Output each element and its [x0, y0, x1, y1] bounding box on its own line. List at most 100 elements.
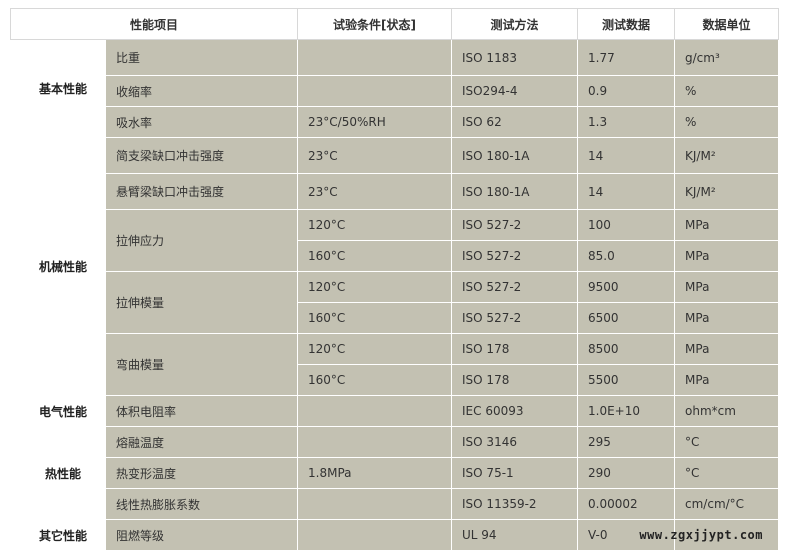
property-cell: 熔融温度 — [104, 426, 299, 458]
condition-cell — [297, 395, 453, 427]
unit-cell: cm/cm/°C — [674, 488, 780, 520]
unit-cell: MPa — [674, 271, 780, 303]
method-cell: ISO 180-1A — [451, 137, 579, 174]
condition-cell: 120°C — [297, 209, 453, 241]
unit-cell: °C — [674, 426, 780, 458]
method-cell: ISO294-4 — [451, 75, 579, 107]
category-basic: 基本性能 — [10, 39, 106, 138]
method-cell: ISO 11359-2 — [451, 488, 579, 520]
properties-table: 性能项目 试验条件[状态] 测试方法 测试数据 数据单位 基本性能 比重 ISO… — [9, 8, 780, 551]
property-cell: 拉伸模量 — [104, 271, 299, 334]
method-cell: ISO 75-1 — [451, 457, 579, 489]
unit-cell: KJ/M² — [674, 173, 780, 210]
method-cell: ISO 178 — [451, 364, 579, 396]
table-row: 热性能 熔融温度 ISO 3146 295 °C — [10, 426, 780, 520]
condition-cell — [297, 426, 453, 458]
value-cell: 1.0E+10 — [577, 395, 676, 427]
condition-cell: 23°C/50%RH — [297, 106, 453, 138]
table-row: 悬臂梁缺口冲击强度 23°C ISO 180-1A 14 KJ/M² — [11, 173, 780, 210]
value-cell: 8500 — [577, 333, 676, 365]
property-cell: 比重 — [104, 39, 299, 76]
condition-cell: 120°C — [297, 333, 453, 365]
value-cell: 1.3 — [577, 106, 676, 138]
unit-cell: MPa — [674, 302, 780, 334]
value-cell: 295 — [577, 426, 676, 458]
property-cell: 悬臂梁缺口冲击强度 — [104, 173, 299, 210]
unit-cell: ohm*cm — [674, 395, 780, 427]
value-cell: 85.0 — [577, 240, 676, 272]
method-cell: IEC 60093 — [451, 395, 579, 427]
condition-cell: 23°C — [297, 173, 453, 210]
condition-cell — [297, 39, 453, 76]
category-thermal: 热性能 — [10, 426, 106, 520]
method-cell: UL 94 — [451, 519, 579, 551]
header-method: 测试方法 — [451, 8, 579, 40]
value-cell: 9500 — [577, 271, 676, 303]
condition-cell — [297, 519, 453, 551]
method-cell: ISO 527-2 — [451, 302, 579, 334]
value-cell: 5500 — [577, 364, 676, 396]
value-cell: 290 — [577, 457, 676, 489]
condition-cell: 1.8MPa — [297, 457, 453, 489]
header-condition: 试验条件[状态] — [297, 8, 453, 40]
unit-cell: % — [674, 106, 780, 138]
condition-cell — [297, 488, 453, 520]
value-cell: 1.77 — [577, 39, 676, 76]
condition-cell: 160°C — [297, 364, 453, 396]
table-row: 拉伸模量 120°C ISO 527-2 9500 MPa — [11, 271, 780, 334]
unit-cell: MPa — [674, 240, 780, 272]
header-unit: 数据单位 — [674, 8, 780, 40]
method-cell: ISO 1183 — [451, 39, 579, 76]
method-cell: ISO 527-2 — [451, 271, 579, 303]
method-cell: ISO 180-1A — [451, 173, 579, 210]
unit-cell: °C — [674, 457, 780, 489]
table-row: 吸水率 23°C/50%RH ISO 62 1.3 % — [11, 106, 780, 138]
method-cell: ISO 62 — [451, 106, 579, 138]
watermark-text: www.zgxjjypt.com — [639, 528, 763, 542]
table-row: 弯曲模量 120°C ISO 178 8500 MPa — [11, 333, 780, 396]
condition-cell: 23°C — [297, 137, 453, 174]
unit-cell: MPa — [674, 209, 780, 241]
value-cell: 100 — [577, 209, 676, 241]
table-row: 机械性能 简支梁缺口冲击强度 23°C ISO 180-1A 14 KJ/M² — [10, 137, 780, 396]
header-value: 测试数据 — [577, 8, 676, 40]
property-cell: 热变形温度 — [104, 457, 299, 489]
condition-cell: 160°C — [297, 302, 453, 334]
property-cell: 简支梁缺口冲击强度 — [104, 137, 299, 174]
condition-cell — [297, 75, 453, 107]
property-cell: 体积电阻率 — [104, 395, 299, 427]
condition-cell: 120°C — [297, 271, 453, 303]
method-cell: ISO 527-2 — [451, 209, 579, 241]
value-cell: 14 — [577, 173, 676, 210]
condition-cell: 160°C — [297, 240, 453, 272]
value-cell: 6500 — [577, 302, 676, 334]
method-cell: ISO 527-2 — [451, 240, 579, 272]
unit-cell: MPa — [674, 333, 780, 365]
property-cell: 收缩率 — [104, 75, 299, 107]
unit-cell: % — [674, 75, 780, 107]
unit-cell: MPa — [674, 364, 780, 396]
value-cell: 0.9 — [577, 75, 676, 107]
category-other: 其它性能 — [10, 519, 106, 551]
header-property: 性能项目 — [9, 8, 299, 40]
property-cell: 阻燃等级 — [104, 519, 299, 551]
table-row: 收缩率 ISO294-4 0.9 % — [11, 75, 780, 107]
method-cell: ISO 3146 — [451, 426, 579, 458]
table-row: 热变形温度 1.8MPa ISO 75-1 290 °C — [11, 457, 780, 489]
unit-cell: g/cm³ — [674, 39, 780, 76]
property-cell: 拉伸应力 — [104, 209, 299, 272]
method-cell: ISO 178 — [451, 333, 579, 365]
property-cell: 弯曲模量 — [104, 333, 299, 396]
value-cell: 0.00002 — [577, 488, 676, 520]
property-cell: 线性热膨胀系数 — [104, 488, 299, 520]
table-row: 线性热膨胀系数 ISO 11359-2 0.00002 cm/cm/°C — [11, 488, 780, 520]
category-mechanical: 机械性能 — [10, 137, 106, 396]
property-cell: 吸水率 — [104, 106, 299, 138]
header-row: 性能项目 试验条件[状态] 测试方法 测试数据 数据单位 — [9, 8, 780, 40]
table-row: 拉伸应力 120°C ISO 527-2 100 MPa — [11, 209, 780, 272]
table-row: 基本性能 比重 ISO 1183 1.77 g/cm³ — [10, 39, 780, 138]
category-electrical: 电气性能 — [10, 395, 106, 427]
table-row: 电气性能 体积电阻率 IEC 60093 1.0E+10 ohm*cm — [10, 395, 780, 427]
unit-cell: KJ/M² — [674, 137, 780, 174]
value-cell: 14 — [577, 137, 676, 174]
